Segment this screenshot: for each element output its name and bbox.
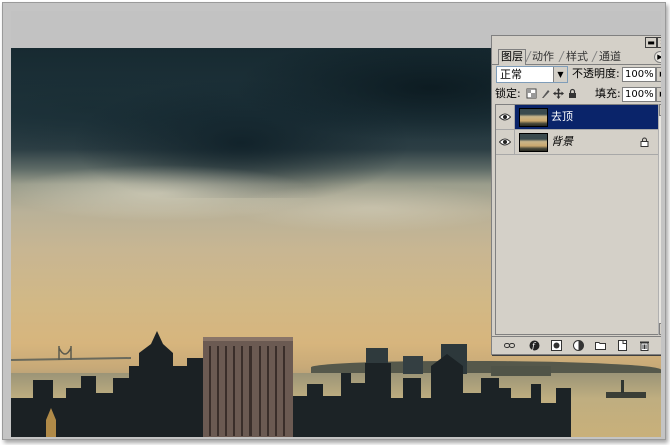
visibility-toggle[interactable] xyxy=(496,105,515,129)
eye-icon xyxy=(499,138,511,146)
link-icon[interactable] xyxy=(504,340,515,351)
lock-fill-row: 锁定: 填充: 100% ▶ xyxy=(492,86,661,104)
opacity-slider-arrow-icon[interactable]: ▶ xyxy=(656,67,661,82)
opacity-input[interactable]: 100% xyxy=(622,67,656,82)
layer-row[interactable]: 去顶 xyxy=(496,105,659,130)
tab-styles[interactable]: 样式 xyxy=(564,50,590,63)
layer-thumbnail xyxy=(519,108,548,127)
blend-opacity-row: 正常 ▼ 不透明度: 100% ▶ xyxy=(492,65,661,85)
chevron-down-icon[interactable]: ▼ xyxy=(553,67,567,82)
layer-name: 去顶 xyxy=(551,110,573,123)
layer-thumbnail xyxy=(519,133,548,152)
eye-icon xyxy=(499,113,511,121)
blend-mode-value: 正常 xyxy=(500,68,522,81)
tab-actions[interactable]: 动作 xyxy=(530,50,556,63)
trash-icon[interactable] xyxy=(639,340,650,351)
new-layer-icon[interactable] xyxy=(617,340,628,351)
lock-transparent-icon[interactable] xyxy=(526,88,537,99)
palette-bottom-bar: f xyxy=(492,336,661,355)
layer-row[interactable]: 背景 xyxy=(496,130,659,155)
lock-label: 锁定: xyxy=(495,87,521,100)
palette-titlebar[interactable]: ▬ ✕ xyxy=(492,36,661,48)
fill-input[interactable]: 100% xyxy=(622,87,656,102)
layers-palette: ▬ ✕ 图层 动作 样式 通道 ▶ 正常 ▼ 不透明度: 100% xyxy=(491,35,661,355)
visibility-toggle[interactable] xyxy=(496,130,515,154)
layer-name: 背景 xyxy=(551,135,573,148)
scroll-down-icon[interactable]: ▼ xyxy=(659,323,661,335)
new-group-icon[interactable] xyxy=(595,340,606,351)
document-workspace: ▬ ✕ 图层 动作 样式 通道 ▶ 正常 ▼ 不透明度: 100% xyxy=(11,11,661,437)
minimize-icon[interactable]: ▬ xyxy=(645,37,657,48)
lock-icon xyxy=(640,137,649,147)
lock-paint-icon[interactable] xyxy=(540,88,551,99)
layers-scrollbar[interactable]: ▲ ▼ xyxy=(658,104,661,335)
mask-icon[interactable] xyxy=(551,340,562,351)
close-icon[interactable]: ✕ xyxy=(657,37,661,48)
fill-label: 填充: xyxy=(595,87,621,100)
palette-tabs: 图层 动作 样式 通道 ▶ xyxy=(492,48,661,65)
lock-all-icon[interactable] xyxy=(567,88,578,99)
adjustment-layer-icon[interactable] xyxy=(573,340,584,351)
tab-layers[interactable]: 图层 xyxy=(498,49,526,65)
layers-list: 去顶 背景 xyxy=(495,104,660,335)
screenshot-frame: ▬ ✕ 图层 动作 样式 通道 ▶ 正常 ▼ 不透明度: 100% xyxy=(2,2,666,440)
layer-style-icon[interactable]: f xyxy=(529,340,540,351)
tab-channels[interactable]: 通道 xyxy=(597,50,623,63)
palette-menu-icon[interactable]: ▶ xyxy=(654,51,661,63)
lock-move-icon[interactable] xyxy=(553,88,564,99)
blend-mode-select[interactable]: 正常 ▼ xyxy=(496,66,568,83)
fill-slider-arrow-icon[interactable]: ▶ xyxy=(656,87,661,102)
opacity-label: 不透明度: xyxy=(572,67,620,80)
scroll-up-icon[interactable]: ▲ xyxy=(659,104,661,116)
